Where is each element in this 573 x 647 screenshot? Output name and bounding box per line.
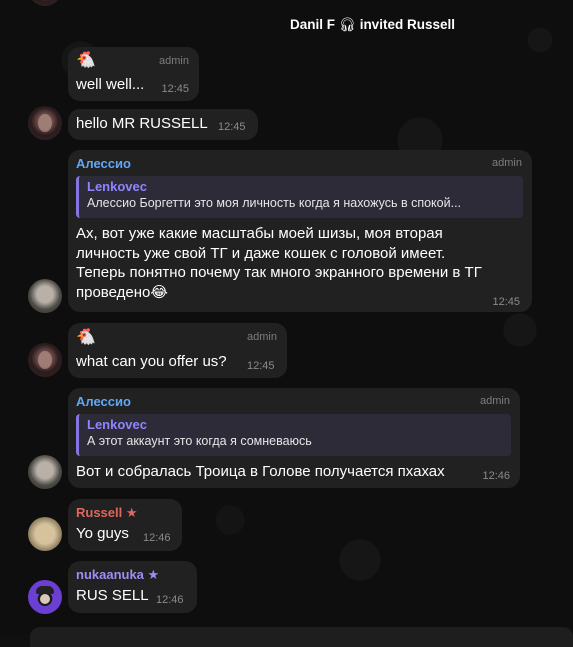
star-icon: ★ bbox=[125, 505, 138, 520]
sender-label: Russell bbox=[76, 505, 123, 520]
message-time: 12:46 bbox=[143, 532, 171, 544]
avatar[interactable] bbox=[28, 455, 62, 489]
admin-badge: admin bbox=[492, 157, 522, 169]
message-bubble[interactable]: 🐔 admin well well... 12:45 bbox=[68, 47, 199, 101]
message-time: 12:45 bbox=[247, 360, 275, 372]
reply-preview[interactable]: Lenkovec А этот аккаунт это когда я сомн… bbox=[76, 414, 511, 456]
admin-badge: admin bbox=[159, 55, 189, 67]
star-icon: ★ bbox=[147, 567, 160, 582]
sender-name[interactable]: nukaanuka ★ bbox=[76, 567, 159, 583]
reply-sender: Lenkovec bbox=[87, 179, 147, 194]
message-text: RUS SELL bbox=[76, 587, 149, 604]
message-bubble[interactable]: Russell ★ Yo guys 12:46 bbox=[68, 499, 182, 551]
message-composer[interactable] bbox=[30, 627, 573, 647]
admin-badge: admin bbox=[480, 395, 510, 407]
message-bubble[interactable]: 🐔 admin what can you offer us? 12:45 bbox=[68, 323, 287, 378]
chicken-sticker-icon: 🐔 bbox=[76, 52, 96, 69]
reply-text: Алессио Боргетти это моя личность когда … bbox=[87, 196, 462, 210]
message-text: well well... bbox=[76, 76, 145, 93]
message-bubble[interactable]: hello MR RUSSELL 12:45 bbox=[68, 109, 258, 140]
avatar[interactable] bbox=[28, 580, 62, 614]
message-bubble[interactable]: nukaanuka ★ RUS SELL 12:46 bbox=[68, 561, 197, 613]
message-time: 12:45 bbox=[161, 83, 189, 95]
message-line: личность уже свой ТГ и даже кошек с голо… bbox=[76, 244, 446, 262]
message-time: 12:45 bbox=[492, 296, 520, 308]
message-bubble[interactable]: Алессио admin Lenkovec А этот аккаунт эт… bbox=[68, 388, 520, 488]
admin-badge: admin bbox=[247, 331, 277, 343]
sender-name[interactable]: Алессио bbox=[76, 156, 131, 171]
message-line: проведено😂 bbox=[76, 283, 168, 301]
avatar[interactable] bbox=[28, 517, 62, 551]
sender-label: nukaanuka bbox=[76, 567, 144, 582]
avatar[interactable] bbox=[28, 279, 62, 313]
message-text: Вот и собралась Троица в Голове получает… bbox=[76, 463, 445, 480]
service-actor[interactable]: Danil F bbox=[290, 17, 335, 32]
message-time: 12:45 bbox=[218, 121, 246, 133]
service-action: invited Russell bbox=[359, 17, 455, 32]
message-time: 12:46 bbox=[482, 470, 510, 482]
reply-text: А этот аккаунт это когда я сомневаюсь bbox=[87, 434, 312, 448]
sender-name[interactable]: Russell ★ bbox=[76, 505, 138, 521]
message-line: Теперь понятно почему так много экранног… bbox=[76, 264, 482, 281]
message-text: what can you offer us? bbox=[76, 353, 227, 370]
message-text: Ах, вот уже какие масштабы моей шизы, мо… bbox=[76, 224, 482, 302]
avatar[interactable] bbox=[28, 343, 62, 377]
message-bubble[interactable]: Алессио admin Lenkovec Алессио Боргетти … bbox=[68, 150, 532, 312]
headphones-icon: 🎧︎ bbox=[338, 17, 356, 32]
service-message: Danil F 🎧︎ invited Russell bbox=[290, 17, 455, 33]
reply-preview[interactable]: Lenkovec Алессио Боргетти это моя личнос… bbox=[76, 176, 523, 218]
message-time: 12:46 bbox=[156, 594, 184, 606]
sender-name[interactable]: Алессио bbox=[76, 394, 131, 409]
chicken-sticker-icon: 🐔 bbox=[76, 329, 96, 346]
message-line: Ах, вот уже какие масштабы моей шизы, мо… bbox=[76, 225, 443, 242]
message-text: hello MR RUSSELL bbox=[76, 115, 208, 132]
avatar[interactable] bbox=[28, 106, 62, 140]
message-text: Yo guys bbox=[76, 525, 129, 542]
reply-sender: Lenkovec bbox=[87, 417, 147, 432]
